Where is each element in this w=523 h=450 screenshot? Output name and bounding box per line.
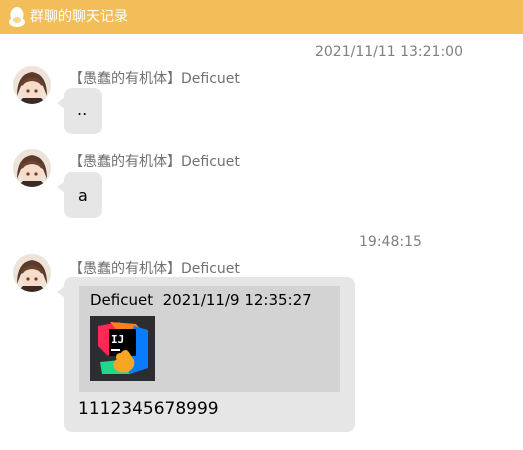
avatar-icon xyxy=(13,66,51,104)
message-timestamp: 19:48:15 xyxy=(359,234,422,250)
message-text: .. xyxy=(77,100,88,119)
window-title: 群聊的聊天记录 xyxy=(30,9,128,25)
avatar[interactable] xyxy=(13,254,51,292)
reply-header: Deficuet 2021/11/9 12:35:27 xyxy=(90,291,312,309)
sender-name[interactable]: 【愚蠢的有机体】Deficuet xyxy=(69,151,240,171)
message-bubble[interactable]: a xyxy=(57,172,102,218)
avatar-icon xyxy=(13,254,51,292)
avatar-icon xyxy=(13,149,51,187)
qq-penguin-icon xyxy=(8,6,26,28)
intellij-idea-icon[interactable]: IJ xyxy=(90,316,155,381)
reply-quote[interactable]: Deficuet 2021/11/9 12:35:27 IJ xyxy=(79,286,340,392)
message-text: a xyxy=(78,186,88,205)
message-bubble[interactable]: .. xyxy=(57,88,102,134)
sender-name[interactable]: 【愚蠢的有机体】Deficuet xyxy=(69,258,240,278)
message-bubble[interactable]: Deficuet 2021/11/9 12:35:27 IJ 111234567… xyxy=(57,277,355,432)
avatar[interactable] xyxy=(13,149,51,187)
avatar[interactable] xyxy=(13,66,51,104)
reply-author: Deficuet xyxy=(90,291,154,309)
message-timestamp: 2021/11/11 13:21:00 xyxy=(314,44,463,60)
sender-name[interactable]: 【愚蠢的有机体】Deficuet xyxy=(69,68,240,88)
message-text: 1112345678999 xyxy=(78,399,219,419)
title-bar: 群聊的聊天记录 xyxy=(0,0,523,34)
svg-text:IJ: IJ xyxy=(111,333,124,346)
reply-time: 2021/11/9 12:35:27 xyxy=(162,291,312,309)
